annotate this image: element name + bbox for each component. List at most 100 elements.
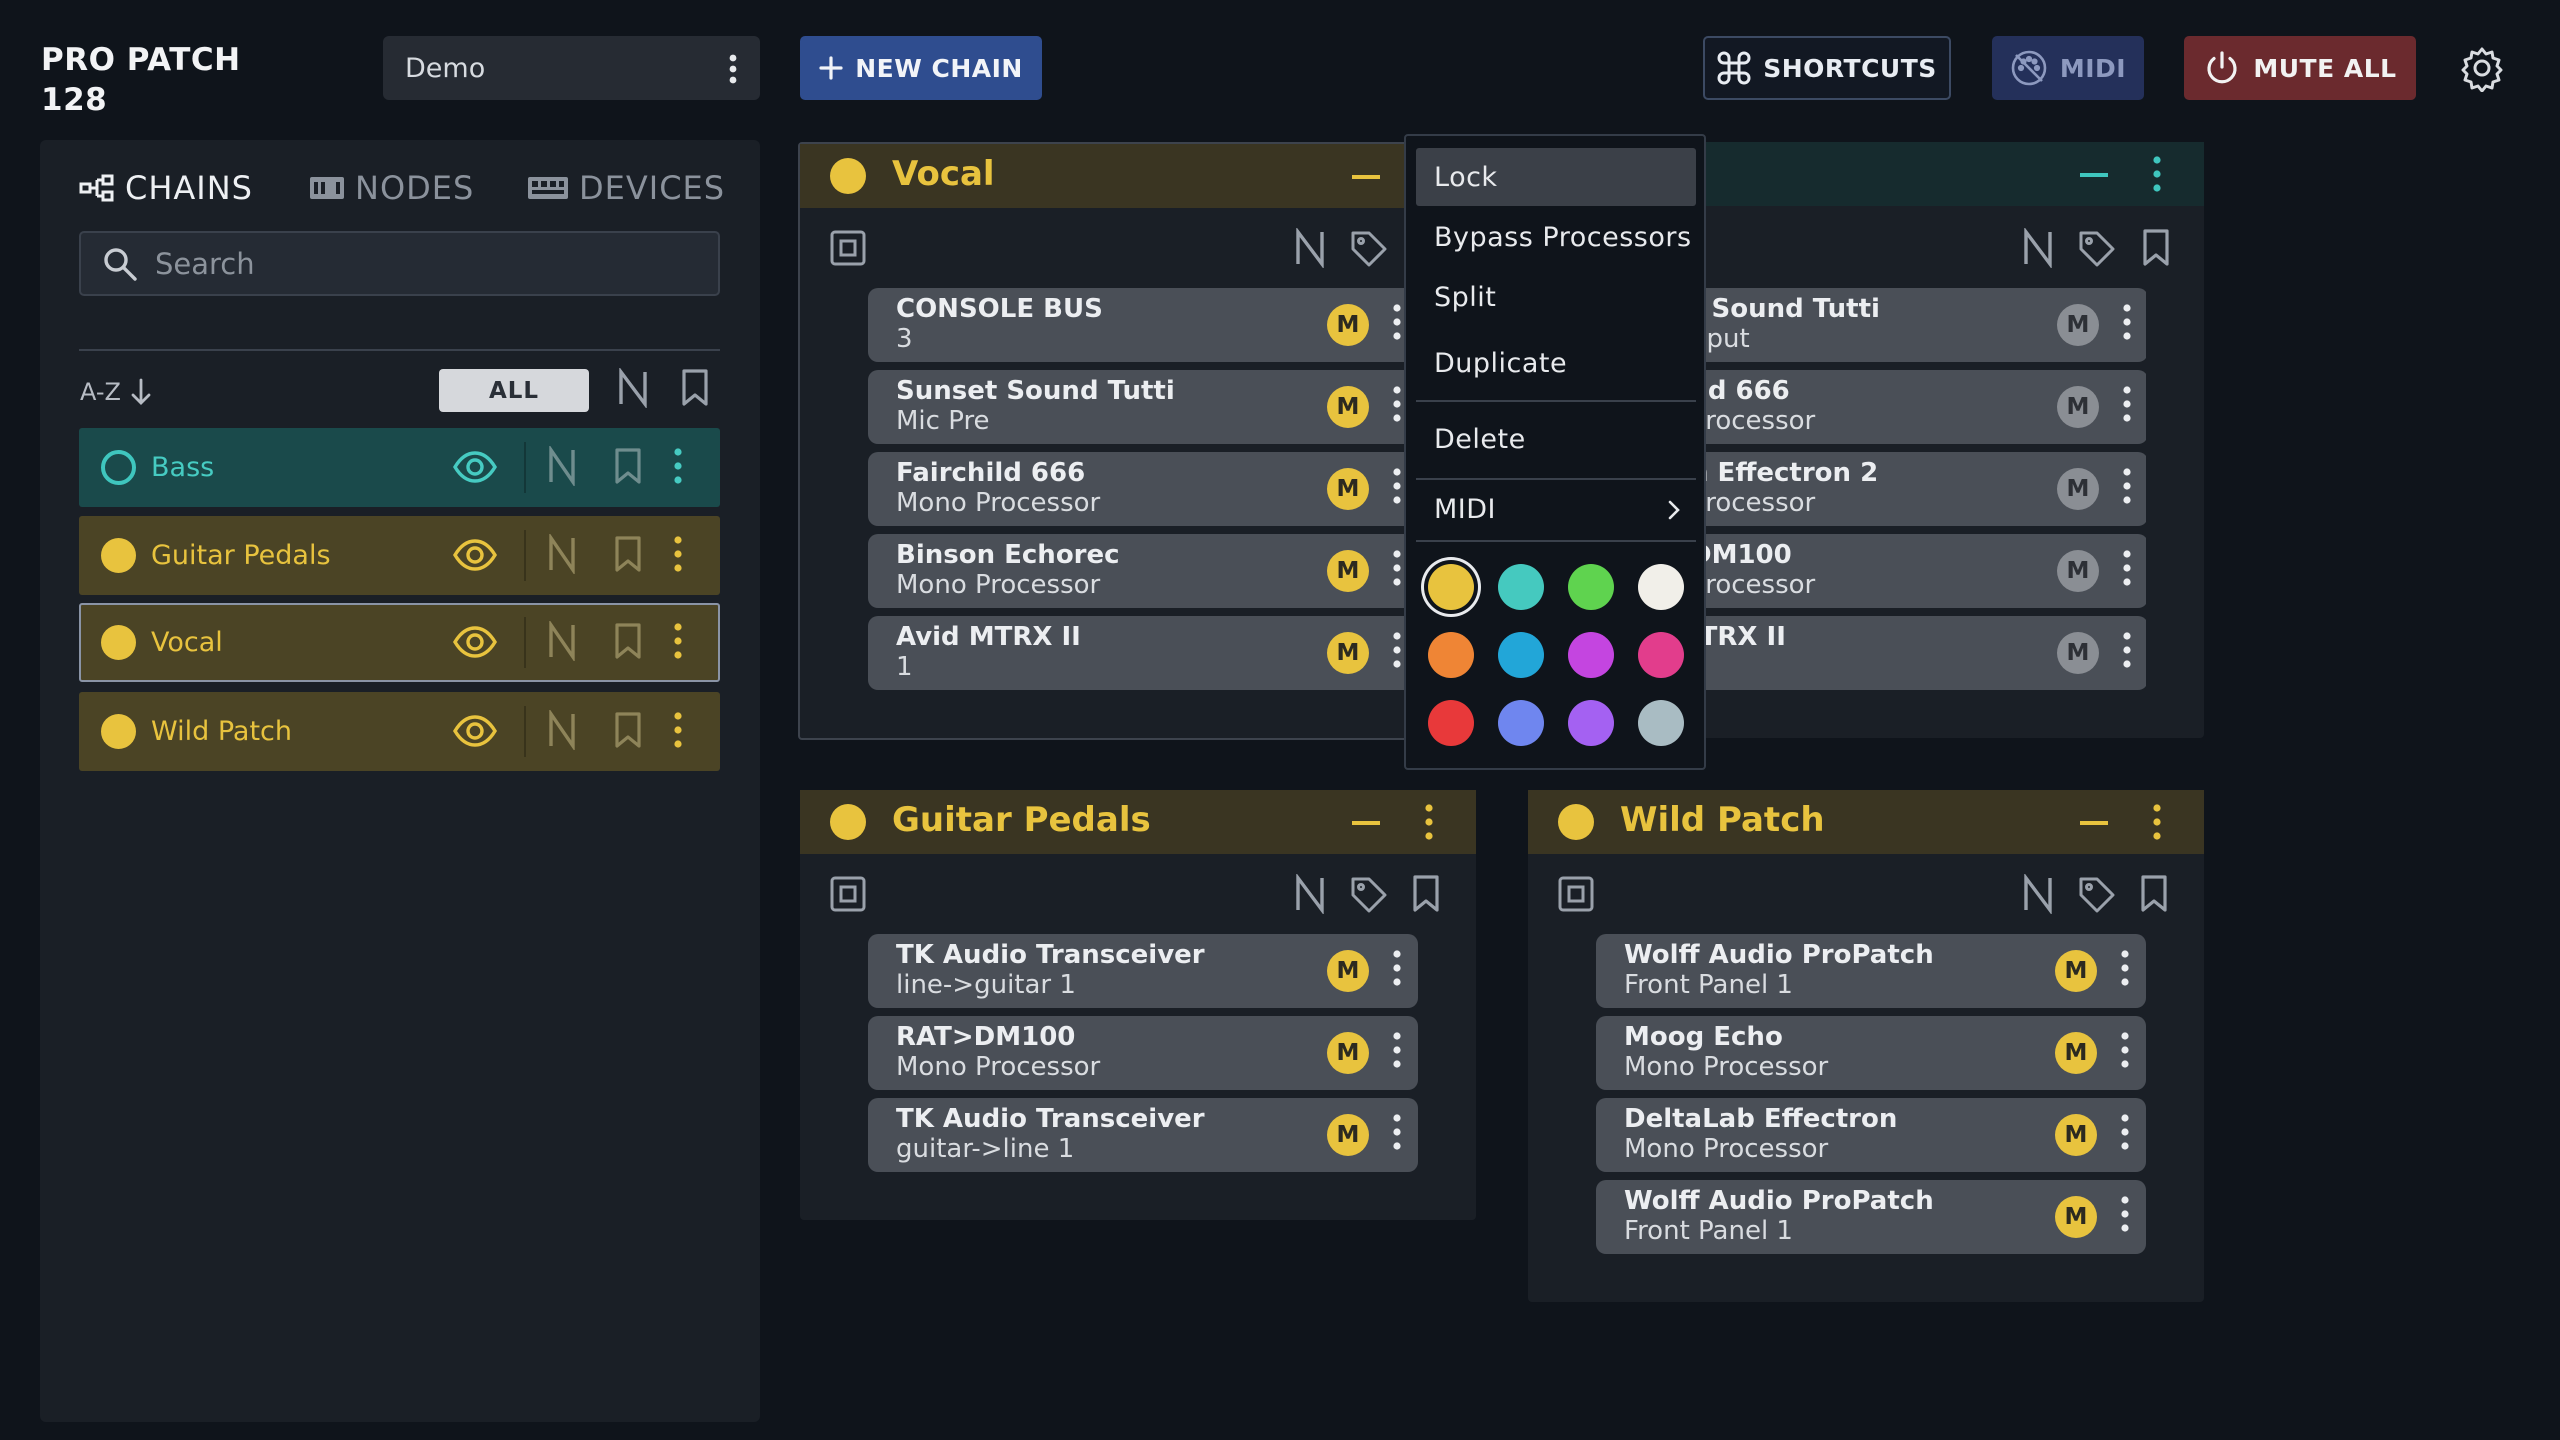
bookmark-icon[interactable] bbox=[613, 621, 643, 661]
bookmark-icon[interactable] bbox=[2140, 228, 2172, 268]
chain-row-vocal[interactable]: Vocal bbox=[79, 603, 720, 682]
filter-all-button[interactable]: ALL bbox=[439, 369, 589, 412]
eye-icon[interactable] bbox=[453, 536, 497, 574]
color-swatch[interactable] bbox=[1428, 632, 1474, 678]
kebab-icon[interactable] bbox=[2122, 548, 2132, 588]
select-all-icon[interactable] bbox=[830, 230, 866, 266]
kebab-icon[interactable] bbox=[2120, 1030, 2130, 1070]
n-icon[interactable] bbox=[2022, 874, 2054, 914]
tab-chains[interactable]: CHAINS bbox=[79, 168, 253, 208]
mute-badge[interactable]: M bbox=[1327, 468, 1369, 510]
kebab-icon[interactable] bbox=[1392, 384, 1402, 424]
kebab-icon[interactable] bbox=[1392, 1112, 1402, 1152]
chain-row-bass[interactable]: Bass bbox=[79, 428, 720, 507]
mute-badge[interactable]: M bbox=[1327, 304, 1369, 346]
kebab-icon[interactable] bbox=[2152, 154, 2162, 194]
collapse-icon[interactable] bbox=[1352, 175, 1380, 179]
project-menu-icon[interactable] bbox=[728, 54, 738, 84]
eye-icon[interactable] bbox=[453, 623, 497, 661]
color-swatch[interactable] bbox=[1638, 564, 1684, 610]
kebab-icon[interactable] bbox=[2120, 948, 2130, 988]
n-icon[interactable] bbox=[547, 710, 577, 750]
node-card[interactable]: CONSOLE BUS 3 M bbox=[868, 288, 1418, 362]
chain-color-dot[interactable] bbox=[1558, 804, 1594, 840]
mute-badge[interactable]: M bbox=[2055, 1114, 2097, 1156]
color-swatch[interactable] bbox=[1568, 700, 1614, 746]
kebab-icon[interactable] bbox=[673, 534, 683, 574]
search-input[interactable] bbox=[155, 246, 675, 281]
kebab-icon[interactable] bbox=[673, 621, 683, 661]
color-swatch[interactable] bbox=[1498, 564, 1544, 610]
new-chain-button[interactable]: NEW CHAIN bbox=[800, 36, 1042, 100]
sort-toggle[interactable]: A-Z bbox=[80, 372, 151, 412]
chain-color-dot[interactable] bbox=[830, 158, 866, 194]
panel-header[interactable]: Guitar Pedals bbox=[800, 790, 1476, 854]
menu-item-lock[interactable]: Lock bbox=[1416, 148, 1696, 206]
n-icon[interactable] bbox=[1294, 874, 1326, 914]
color-swatch[interactable] bbox=[1498, 632, 1544, 678]
kebab-icon[interactable] bbox=[1392, 548, 1402, 588]
node-card[interactable]: DeltaLab Effectron Mono Processor M bbox=[1596, 1098, 2146, 1172]
mute-badge[interactable]: M bbox=[2055, 1196, 2097, 1238]
mute-badge[interactable]: M bbox=[2057, 550, 2099, 592]
node-card[interactable]: Sunset Sound Tutti Mic Pre M bbox=[868, 370, 1418, 444]
color-swatch[interactable] bbox=[1428, 700, 1474, 746]
mute-badge[interactable]: M bbox=[2057, 386, 2099, 428]
color-swatch[interactable] bbox=[1568, 632, 1614, 678]
n-icon[interactable] bbox=[2022, 228, 2054, 268]
node-card[interactable]: Wolff Audio ProPatch Front Panel 1 M bbox=[1596, 934, 2146, 1008]
mute-badge[interactable]: M bbox=[1327, 1114, 1369, 1156]
node-card[interactable]: Moog Echo Mono Processor M bbox=[1596, 1016, 2146, 1090]
kebab-icon[interactable] bbox=[2122, 466, 2132, 506]
mute-badge[interactable]: M bbox=[1327, 386, 1369, 428]
mute-all-button[interactable]: MUTE ALL bbox=[2184, 36, 2416, 100]
select-all-icon[interactable] bbox=[1558, 876, 1594, 912]
collapse-icon[interactable] bbox=[2080, 821, 2108, 825]
kebab-icon[interactable] bbox=[1392, 948, 1402, 988]
menu-item-midi[interactable]: MIDI bbox=[1416, 480, 1696, 538]
node-card[interactable]: TK Audio Transceiver line->guitar 1 M bbox=[868, 934, 1418, 1008]
kebab-icon[interactable] bbox=[2122, 384, 2132, 424]
kebab-icon[interactable] bbox=[1392, 302, 1402, 342]
chain-row-wild-patch[interactable]: Wild Patch bbox=[79, 692, 720, 771]
node-card[interactable]: Avid MTRX II 1 M bbox=[868, 616, 1418, 690]
chain-row-guitar-pedals[interactable]: Guitar Pedals bbox=[79, 516, 720, 595]
tag-icon[interactable] bbox=[1350, 230, 1388, 268]
n-icon[interactable] bbox=[547, 621, 577, 661]
mute-badge[interactable]: M bbox=[2055, 1032, 2097, 1074]
gear-icon[interactable] bbox=[2458, 44, 2506, 92]
project-select[interactable]: Demo bbox=[383, 36, 760, 100]
node-card[interactable]: TK Audio Transceiver guitar->line 1 M bbox=[868, 1098, 1418, 1172]
n-icon[interactable] bbox=[1294, 228, 1326, 268]
tab-nodes[interactable]: NODES bbox=[309, 168, 474, 208]
mute-badge[interactable]: M bbox=[1327, 632, 1369, 674]
shortcuts-button[interactable]: SHORTCUTS bbox=[1703, 36, 1951, 100]
select-all-icon[interactable] bbox=[830, 876, 866, 912]
chain-color-dot[interactable] bbox=[101, 450, 136, 485]
chain-color-dot[interactable] bbox=[830, 804, 866, 840]
tag-icon[interactable] bbox=[2078, 876, 2116, 914]
kebab-icon[interactable] bbox=[673, 710, 683, 750]
collapse-icon[interactable] bbox=[1352, 821, 1380, 825]
tag-icon[interactable] bbox=[2078, 230, 2116, 268]
chain-color-dot[interactable] bbox=[101, 714, 136, 749]
chain-color-dot[interactable] bbox=[101, 538, 136, 573]
color-swatch[interactable] bbox=[1428, 564, 1474, 610]
mute-badge[interactable]: M bbox=[1327, 1032, 1369, 1074]
n-icon[interactable] bbox=[547, 446, 577, 486]
kebab-icon[interactable] bbox=[2122, 630, 2132, 670]
mute-badge[interactable]: M bbox=[2055, 950, 2097, 992]
node-card[interactable]: RAT>DM100 Mono Processor M bbox=[868, 1016, 1418, 1090]
tag-icon[interactable] bbox=[1350, 876, 1388, 914]
menu-item-bypass-processors[interactable]: Bypass Processors bbox=[1416, 208, 1696, 266]
kebab-icon[interactable] bbox=[2120, 1112, 2130, 1152]
mute-badge[interactable]: M bbox=[2057, 304, 2099, 346]
node-card[interactable]: Binson Echorec Mono Processor M bbox=[868, 534, 1418, 608]
eye-icon[interactable] bbox=[453, 448, 497, 486]
mute-badge[interactable]: M bbox=[1327, 550, 1369, 592]
bookmark-icon[interactable] bbox=[1410, 874, 1442, 914]
bookmark-icon[interactable] bbox=[613, 710, 643, 750]
mute-badge[interactable]: M bbox=[2057, 632, 2099, 674]
color-swatch[interactable] bbox=[1638, 632, 1684, 678]
mute-badge[interactable]: M bbox=[2057, 468, 2099, 510]
